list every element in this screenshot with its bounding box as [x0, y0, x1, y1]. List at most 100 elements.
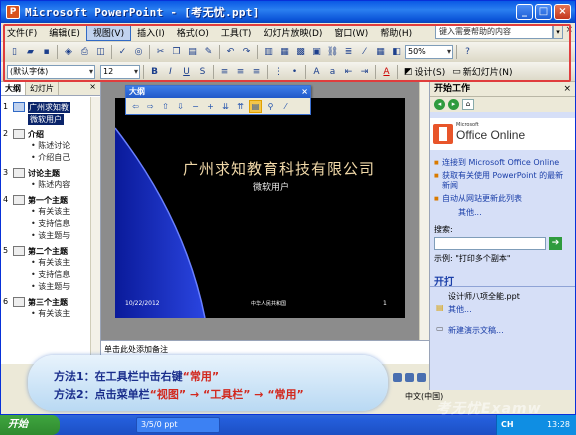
outline-slide[interactable]: 4 第一个主题	[3, 195, 100, 206]
outline-slide[interactable]: 2 介绍	[3, 129, 100, 140]
expand-all-icon[interactable]: ⇈	[234, 100, 247, 113]
underline-button[interactable]: U	[179, 64, 194, 79]
shadow-button[interactable]: S	[195, 64, 210, 79]
slide-title[interactable]: 第三个主题	[28, 297, 68, 308]
paste-icon[interactable]: ▤	[185, 45, 200, 60]
tables-borders-icon[interactable]: ▩	[293, 45, 308, 60]
recent-file-link[interactable]: 设计师八项全能.ppt	[430, 287, 575, 302]
font-name-select[interactable]: (默认字体)	[7, 64, 95, 79]
help-icon[interactable]: ?	[460, 45, 475, 60]
menu-edit[interactable]: 编辑(E)	[43, 25, 86, 40]
spelling-icon[interactable]: ✓	[115, 45, 130, 60]
menu-window[interactable]: 窗口(W)	[328, 25, 374, 40]
format-painter-icon[interactable]: ✎	[201, 45, 216, 60]
outline-bullet[interactable]: 陈述内容	[3, 179, 100, 191]
permission-icon[interactable]: ◈	[61, 45, 76, 60]
title-bar[interactable]: P Microsoft PowerPoint - [考无忧.ppt] _ □ ×	[1, 1, 575, 23]
outline-bullet[interactable]: 有关该主	[3, 308, 100, 320]
grid-icon[interactable]: ▦	[373, 45, 388, 60]
more-buttons-icon[interactable]: ⁄	[279, 100, 292, 113]
tab-outline[interactable]: 大纲	[1, 82, 26, 95]
outline-bullet[interactable]: 陈述讨论	[3, 140, 100, 152]
help-dropdown-icon[interactable]: ▾	[553, 25, 563, 39]
home-icon[interactable]: ⌂	[462, 99, 474, 110]
minimize-button[interactable]: _	[516, 4, 533, 20]
new-presentation-link[interactable]: 新建演示文稿...	[430, 315, 575, 336]
outline-bullet[interactable]: 有关该主	[3, 206, 100, 218]
research-icon[interactable]: ◎	[131, 45, 146, 60]
normal-view-icon[interactable]	[393, 373, 402, 382]
slide-canvas[interactable]: 广州求知教育科技有限公司 微软用户 10/22/2012 中华人民共和国 1	[115, 98, 405, 318]
help-search-input[interactable]: 键入需要帮助的内容	[435, 25, 553, 39]
summary-slide-icon[interactable]: ▤	[249, 100, 262, 113]
outline-slide[interactable]: 5 第二个主题	[3, 246, 100, 257]
collapse-icon[interactable]: −	[189, 100, 202, 113]
outline-bullet[interactable]: 有关该主	[3, 257, 100, 269]
move-down-icon[interactable]: ⇩	[174, 100, 187, 113]
copy-icon[interactable]: ❐	[169, 45, 184, 60]
menu-slideshow[interactable]: 幻灯片放映(D)	[257, 25, 328, 40]
align-right-icon[interactable]: ≡	[249, 64, 264, 79]
slideshow-icon[interactable]	[417, 373, 426, 382]
search-input[interactable]	[434, 237, 546, 250]
show-formatting-icon[interactable]: ⁄	[357, 45, 372, 60]
menu-help[interactable]: 帮助(H)	[374, 25, 418, 40]
link-auto-update[interactable]: 自动从网站更新此列表	[434, 194, 571, 204]
outline-bullet[interactable]: 该主题与	[3, 230, 100, 242]
demote-icon[interactable]: ⇨	[144, 100, 157, 113]
outline-slide[interactable]: 3 讨论主题	[3, 168, 100, 179]
new-icon[interactable]: ▯	[7, 45, 22, 60]
new-slide-button[interactable]: ▭ 新幻灯片(N)	[449, 65, 515, 79]
open-more-link[interactable]: 其他...	[430, 302, 575, 315]
outline-bullet[interactable]: 支持信息	[3, 269, 100, 281]
outline-bullet[interactable]: 支持信息	[3, 218, 100, 230]
search-go-icon[interactable]: ➔	[549, 237, 562, 250]
slide-title[interactable]: 第一个主题	[28, 195, 68, 206]
chart-icon[interactable]: ▥	[261, 45, 276, 60]
tab-slides[interactable]: 幻灯片	[26, 82, 59, 95]
menu-file[interactable]: 文件(F)	[1, 25, 43, 40]
align-left-icon[interactable]: ≡	[217, 64, 232, 79]
show-formatting-icon[interactable]: ⚲	[264, 100, 277, 113]
slide-title[interactable]: 介绍	[28, 129, 44, 140]
design-button[interactable]: ◩ 设计(S)	[401, 65, 448, 79]
maximize-button[interactable]: □	[535, 4, 552, 20]
outline-slide[interactable]: 6 第三个主题	[3, 297, 100, 308]
bullets-icon[interactable]: •	[287, 64, 302, 79]
italic-button[interactable]: I	[163, 64, 178, 79]
link-more[interactable]: 其他...	[434, 207, 571, 218]
slide-sorter-icon[interactable]	[405, 373, 414, 382]
font-size-select[interactable]: 12	[100, 64, 140, 79]
outline-toolbar-titlebar[interactable]: 大纲 ×	[126, 86, 310, 98]
align-center-icon[interactable]: ≡	[233, 64, 248, 79]
insert-picture-icon[interactable]: ▣	[309, 45, 324, 60]
outline-bullet[interactable]: 介绍自己	[3, 152, 100, 164]
outline-scrollbar[interactable]	[90, 97, 100, 363]
slide-subtitle-text[interactable]: 微软用户	[253, 180, 289, 193]
menu-format[interactable]: 格式(O)	[171, 25, 215, 40]
hyperlink-icon[interactable]: ⛓	[325, 45, 340, 60]
forward-icon[interactable]: ▸	[448, 99, 459, 110]
print-icon[interactable]: ⎙	[77, 45, 92, 60]
promote-icon[interactable]: ⇦	[129, 100, 142, 113]
expand-all-icon[interactable]: ≣	[341, 45, 356, 60]
increase-font-icon[interactable]: A	[309, 64, 324, 79]
menu-tools[interactable]: 工具(T)	[215, 25, 258, 40]
task-pane-title[interactable]: 开始工作	[434, 84, 470, 94]
editor-scrollbar[interactable]	[419, 82, 429, 340]
slide-title[interactable]: 讨论主题	[28, 168, 60, 179]
font-color-button[interactable]: A	[379, 64, 394, 79]
table-icon[interactable]: ▦	[277, 45, 292, 60]
link-connect-office-online[interactable]: 连接到 Microsoft Office Online	[434, 158, 571, 168]
decrease-font-icon[interactable]: a	[325, 64, 340, 79]
pane-close-icon[interactable]: ×	[89, 82, 100, 95]
slide-title[interactable]: 第二个主题	[28, 246, 68, 257]
outline-bullet[interactable]: 该主题与	[3, 281, 100, 293]
link-latest-news[interactable]: 获取有关使用 PowerPoint 的最新新闻	[434, 171, 571, 191]
expand-icon[interactable]: +	[204, 100, 217, 113]
menu-insert[interactable]: 插入(I)	[131, 25, 171, 40]
slide-title[interactable]: 广州求知教	[28, 102, 70, 113]
move-up-icon[interactable]: ⇧	[159, 100, 172, 113]
numbering-icon[interactable]: ⋮	[271, 64, 286, 79]
increase-indent-icon[interactable]: ⇥	[357, 64, 372, 79]
